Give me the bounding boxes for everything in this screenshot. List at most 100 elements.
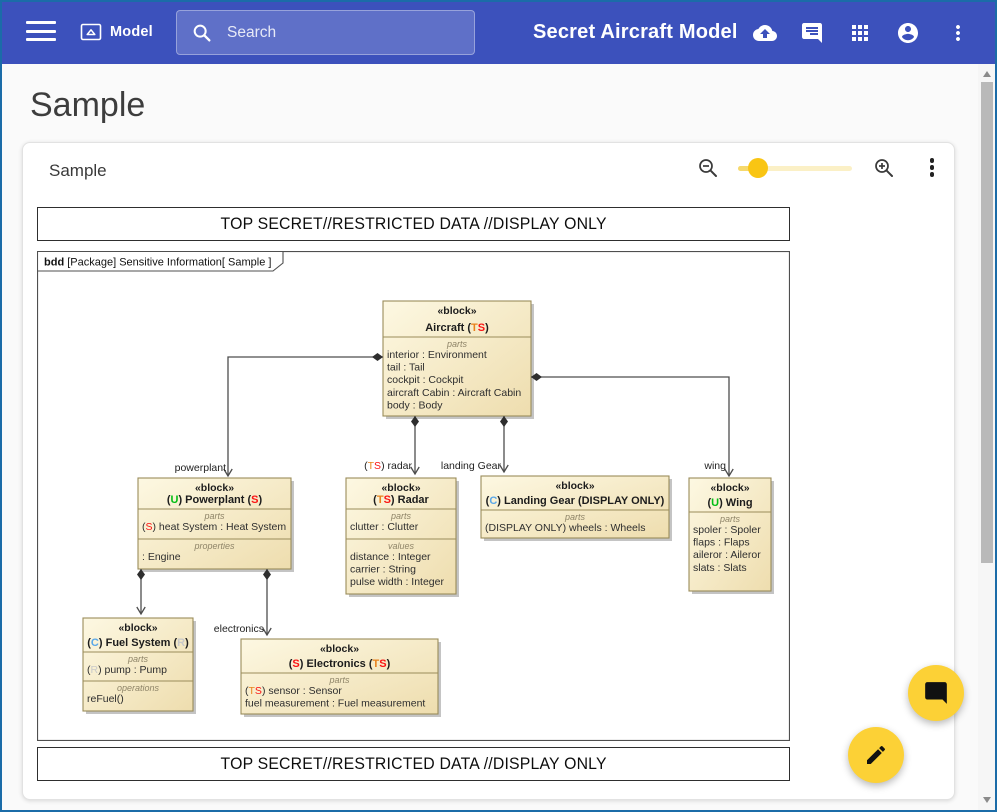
compartment-label: values <box>388 541 415 551</box>
compartment-label: operations <box>117 683 160 693</box>
block-stereotype: «block» <box>195 482 234 494</box>
compartment-entry: interior : Environment <box>387 349 487 361</box>
compartment-entry: pulse width : Integer <box>350 576 444 588</box>
block-name: (U) Powerplant (S) <box>167 494 263 506</box>
connector-powerplant[interactable]: powerplant <box>175 353 383 476</box>
more-options-icon[interactable] <box>946 21 970 45</box>
block-electronics[interactable]: «block» (S) Electronics (TS) parts(TS) sen… <box>241 639 441 717</box>
block-stereotype: «block» <box>118 622 157 634</box>
compartment-entry: aileror : Aileror <box>693 549 761 561</box>
connector-landing-gear[interactable]: landing Gear <box>441 416 508 472</box>
app-bar: Model Secret Aircraft Model <box>0 0 997 64</box>
connector-wing[interactable]: wing <box>531 373 733 476</box>
search-box[interactable] <box>176 10 475 55</box>
connector-label: (TS) radar <box>364 460 412 472</box>
compartment-entry: (DISPLAY ONLY) wheels : Wheels <box>485 522 645 534</box>
search-input[interactable] <box>227 24 460 42</box>
scroll-down-arrow[interactable] <box>978 792 995 808</box>
compartment-entry: flaps : Flaps <box>693 537 750 549</box>
composition-diamond <box>372 353 383 361</box>
model-button[interactable]: Model <box>80 16 153 48</box>
compartment-label: parts <box>127 654 149 664</box>
frame-label: bdd [Package] Sensitive Information[ Sam… <box>44 257 271 269</box>
connector-radar[interactable]: (TS) radar <box>364 416 419 474</box>
compartment-entry: reFuel() <box>87 693 124 705</box>
compartment-entry: distance : Integer <box>350 551 431 563</box>
vertical-scrollbar[interactable] <box>978 64 995 812</box>
compartment-entry: (S) heat System : Heat System <box>142 521 286 533</box>
zoom-slider-knob[interactable] <box>748 158 768 178</box>
zoom-slider[interactable] <box>738 158 852 178</box>
compartment-entry: (R) pump : Pump <box>87 664 167 676</box>
comment-fab[interactable] <box>908 665 964 721</box>
model-button-label: Model <box>110 24 153 40</box>
compartment-entry: body : Body <box>387 399 443 411</box>
connector-label: powerplant <box>175 462 226 474</box>
block-name: (U) Wing <box>707 497 752 509</box>
block-stereotype: «block» <box>710 482 749 494</box>
block-name: (C) Landing Gear (DISPLAY ONLY) <box>486 495 665 507</box>
diagram-card-title: Sample <box>49 161 107 181</box>
connector-fuel-system[interactable] <box>137 569 145 614</box>
zoom-in-icon[interactable] <box>873 157 895 179</box>
compartment-entry: spoler : Spoler <box>693 524 761 536</box>
edit-fab[interactable] <box>848 727 904 783</box>
compartment-entry: aircraft Cabin : Aircraft Cabin <box>387 387 521 399</box>
compartment-label: properties <box>193 541 235 551</box>
block-name: (S) Electronics (TS) <box>289 658 391 670</box>
diagram-card: Sample TOP SECRET//RESTRICTED DATA //DIS… <box>22 142 955 800</box>
compartment-label: parts <box>203 511 225 521</box>
connector-label: wing <box>703 460 726 472</box>
connector-electronics[interactable]: electronics <box>214 569 271 635</box>
compartment-entry: (TS) sensor : Sensor <box>245 685 342 697</box>
connector-line[interactable] <box>531 377 729 476</box>
block-name: (C) Fuel System (R) <box>87 637 189 649</box>
classification-banner-bottom: TOP SECRET//RESTRICTED DATA //DISPLAY ON… <box>37 747 790 781</box>
compartment-entry: tail : Tail <box>387 362 425 374</box>
block-wing[interactable]: «block» (U) Wing partsspoler : Spolerflaps… <box>689 478 774 594</box>
compartment-label: parts <box>390 511 412 521</box>
card-more-options-icon[interactable] <box>929 158 935 178</box>
compartment-entry: clutter : Clutter <box>350 521 419 533</box>
block-fuel-system[interactable]: «block» (C) Fuel System (R) parts(R) pump … <box>83 618 196 714</box>
compartment-entry: : Engine <box>142 551 181 563</box>
compartment-label: parts <box>564 512 586 522</box>
compartment-label: parts <box>328 675 350 685</box>
block-stereotype: «block» <box>381 482 420 494</box>
compartment-entry: cockpit : Cockpit <box>387 374 464 386</box>
compartment-label: parts <box>719 514 741 524</box>
bdd-diagram: bdd [Package] Sensitive Information[ Sam… <box>37 251 790 741</box>
comments-icon[interactable] <box>800 21 824 45</box>
block-name: Aircraft (TS) <box>425 322 489 334</box>
apps-grid-icon[interactable] <box>848 21 872 45</box>
app-title: Secret Aircraft Model <box>533 0 738 64</box>
connector-label: landing Gear <box>441 460 502 472</box>
block-stereotype: «block» <box>320 643 359 655</box>
connector-label: electronics <box>214 623 264 635</box>
chat-bubble-icon <box>923 680 949 706</box>
compartment-label: parts <box>446 339 468 349</box>
model-icon <box>80 22 102 42</box>
menu-icon[interactable] <box>26 21 56 43</box>
block-powerplant[interactable]: «block»(U) Powerplant (S) parts(S) heat S… <box>138 478 294 572</box>
search-icon <box>191 22 213 44</box>
compartment-entry: slats : Slats <box>693 562 747 574</box>
block-aircraft[interactable]: «block» Aircraft (TS) partsinterior : Envi… <box>383 301 534 419</box>
scrollbar-thumb[interactable] <box>981 82 993 563</box>
classification-banner-top: TOP SECRET//RESTRICTED DATA //DISPLAY ON… <box>37 207 790 241</box>
connector-line[interactable] <box>228 357 383 476</box>
page-title: Sample <box>30 86 145 125</box>
compartment-entry: carrier : String <box>350 564 416 576</box>
cloud-upload-icon[interactable] <box>753 21 777 45</box>
application-window: Model Secret Aircraft Model S <box>0 0 997 812</box>
compartment-entry: fuel measurement : Fuel measurement <box>245 698 425 710</box>
block-landing-gear[interactable]: «block» (C) Landing Gear (DISPLAY ONLY) pa… <box>481 476 672 541</box>
zoom-out-icon[interactable] <box>697 157 719 179</box>
pencil-icon <box>864 743 888 767</box>
account-icon[interactable] <box>896 21 920 45</box>
block-name: (TS) Radar <box>373 494 429 506</box>
block-stereotype: «block» <box>555 480 594 492</box>
block-stereotype: «block» <box>437 305 476 317</box>
scroll-up-arrow[interactable] <box>978 66 995 82</box>
block-radar[interactable]: «block»(TS) Radar partsclutter : Clutter v… <box>346 478 459 597</box>
